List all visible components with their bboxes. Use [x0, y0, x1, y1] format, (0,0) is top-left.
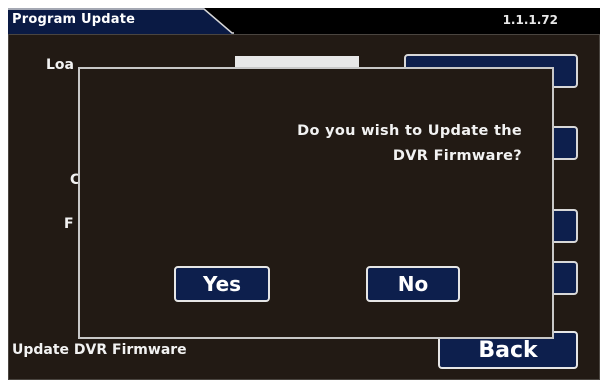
row-3-label: F [64, 216, 74, 232]
yes-button[interactable]: Yes [174, 266, 270, 302]
update-firmware-label: Update DVR Firmware [12, 342, 187, 358]
window-title: Program Update [12, 12, 136, 27]
load-config-fragment: Loa [46, 57, 74, 73]
dialog-message: Do you wish to Update the DVR Firmware? [182, 119, 522, 169]
no-button[interactable]: No [366, 266, 460, 302]
confirm-dialog: Do you wish to Update the DVR Firmware? … [78, 67, 554, 339]
dialog-message-line-2: DVR Firmware? [392, 148, 522, 164]
load-config-label: Loa [46, 57, 74, 73]
version-label: 1.1.1.72 [502, 13, 558, 27]
dialog-message-line-1: Do you wish to Update the [297, 123, 522, 139]
